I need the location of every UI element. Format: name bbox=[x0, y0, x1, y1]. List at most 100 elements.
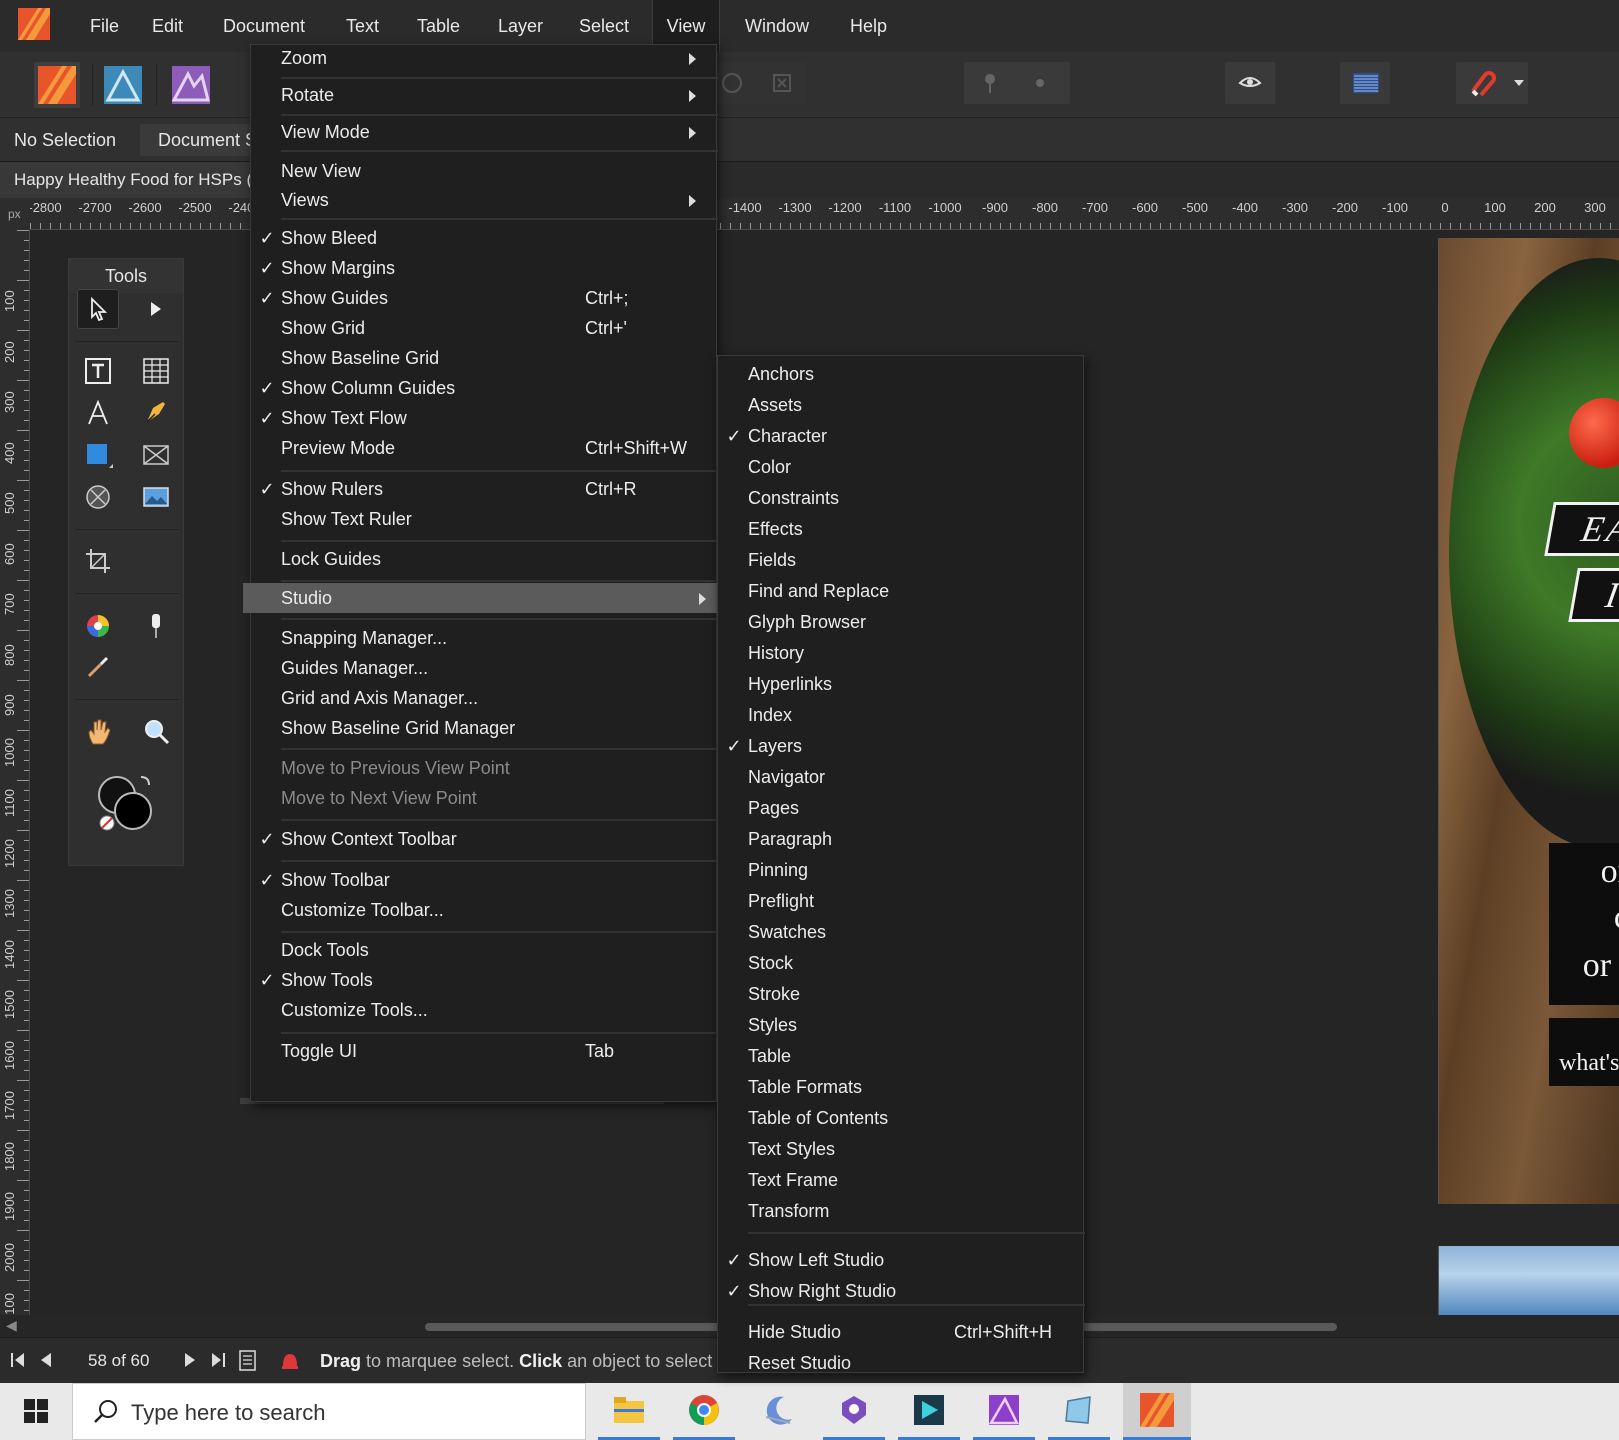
view-menu-item-show-context-toolbar[interactable]: ✓ Show Context Toolbar bbox=[251, 824, 716, 854]
view-menu-item-show-column-guides[interactable]: ✓ Show Column Guides bbox=[251, 373, 716, 403]
preview-mode-button[interactable] bbox=[1225, 62, 1275, 104]
start-button[interactable] bbox=[0, 1383, 72, 1440]
studio-menu-item-index[interactable]: Index bbox=[718, 700, 1083, 730]
preflight-bell-icon[interactable] bbox=[280, 1350, 300, 1372]
view-menu-item-view-mode[interactable]: View Mode bbox=[251, 117, 716, 147]
view-menu-item-grid-and-axis-manager[interactable]: Grid and Axis Manager... bbox=[251, 683, 716, 713]
studio-menu-item-text-styles[interactable]: Text Styles bbox=[718, 1134, 1083, 1164]
studio-menu-item-constraints[interactable]: Constraints bbox=[718, 483, 1083, 513]
document-tab[interactable]: Happy Healthy Food for HSPs (58 of 60) bbox=[0, 162, 250, 198]
studio-menu-item-show-left-studio[interactable]: ✓ Show Left Studio bbox=[718, 1245, 1083, 1275]
document-page-photo[interactable]: EA IS or c or t what's bbox=[1438, 238, 1619, 1204]
move-tool[interactable] bbox=[77, 289, 119, 329]
snapping-button[interactable] bbox=[1456, 62, 1528, 104]
studio-menu-item-transform[interactable]: Transform bbox=[718, 1196, 1083, 1226]
studio-menu-item-glyph-browser[interactable]: Glyph Browser bbox=[718, 607, 1083, 637]
view-menu-item-zoom[interactable]: Zoom bbox=[251, 43, 716, 73]
chevron-down-icon[interactable] bbox=[1514, 80, 1524, 86]
page-list-icon[interactable] bbox=[238, 1350, 258, 1372]
studio-menu-item-show-right-studio[interactable]: ✓ Show Right Studio bbox=[718, 1276, 1083, 1306]
view-menu-item-show-grid[interactable]: Show Grid Ctrl+' bbox=[251, 313, 716, 343]
studio-menu-item-text-frame[interactable]: Text Frame bbox=[718, 1165, 1083, 1195]
next-page-icon[interactable] bbox=[180, 1350, 200, 1370]
taskbar-file-explorer[interactable] bbox=[598, 1383, 660, 1440]
studio-menu-item-fields[interactable]: Fields bbox=[718, 545, 1083, 575]
view-menu-item-move-to-next-view-point[interactable]: Move to Next View Point bbox=[251, 783, 716, 813]
view-menu-item-show-rulers[interactable]: ✓ Show Rulers Ctrl+R bbox=[251, 474, 716, 504]
taskbar-app-3[interactable] bbox=[748, 1383, 810, 1440]
first-page-icon[interactable] bbox=[8, 1350, 28, 1370]
view-menu-item-show-guides[interactable]: ✓ Show Guides Ctrl+; bbox=[251, 283, 716, 313]
designer-persona-icon[interactable] bbox=[104, 66, 142, 104]
taskbar-affinity-publisher[interactable] bbox=[1123, 1383, 1191, 1440]
ruler-unit[interactable]: px bbox=[0, 198, 30, 230]
vector-crop-tool[interactable] bbox=[77, 541, 119, 581]
rectangle-tool[interactable] bbox=[77, 435, 119, 475]
view-menu-item-move-to-previous-view-point[interactable]: Move to Previous View Point bbox=[251, 753, 716, 783]
artistic-text-tool[interactable] bbox=[77, 393, 119, 433]
pin-toolbar-group[interactable] bbox=[964, 62, 1070, 104]
view-tool[interactable] bbox=[77, 711, 119, 751]
place-image-tool[interactable] bbox=[135, 477, 177, 517]
studio-menu-item-stock[interactable]: Stock bbox=[718, 948, 1083, 978]
picture-frame-tool[interactable] bbox=[135, 435, 177, 475]
view-menu-item-toggle-ui[interactable]: Toggle UI Tab bbox=[251, 1036, 716, 1066]
taskbar-app-5[interactable] bbox=[898, 1383, 960, 1440]
view-menu-item-snapping-manager[interactable]: Snapping Manager... bbox=[251, 623, 716, 653]
taskbar-affinity-photo[interactable] bbox=[973, 1383, 1035, 1440]
taskbar-app-4[interactable] bbox=[823, 1383, 885, 1440]
view-menu-item-rotate[interactable]: Rotate bbox=[251, 80, 716, 110]
studio-menu-item-paragraph[interactable]: Paragraph bbox=[718, 824, 1083, 854]
ellipse-frame-tool[interactable] bbox=[77, 477, 119, 517]
studio-menu-item-table-formats[interactable]: Table Formats bbox=[718, 1072, 1083, 1102]
previous-page-icon[interactable] bbox=[36, 1350, 56, 1370]
studio-menu-item-character[interactable]: ✓ Character bbox=[718, 421, 1083, 451]
view-menu-item-show-baseline-grid[interactable]: Show Baseline Grid bbox=[251, 343, 716, 373]
node-tool[interactable] bbox=[135, 289, 177, 329]
pen-tool[interactable] bbox=[135, 393, 177, 433]
studio-menu-item-reset-studio[interactable]: Reset Studio bbox=[718, 1348, 1083, 1378]
studio-menu-item-swatches[interactable]: Swatches bbox=[718, 917, 1083, 947]
taskbar-app-7[interactable] bbox=[1048, 1383, 1110, 1440]
studio-menu-item-history[interactable]: History bbox=[718, 638, 1083, 668]
studio-menu-item-navigator[interactable]: Navigator bbox=[718, 762, 1083, 792]
view-menu-item-show-margins[interactable]: ✓ Show Margins bbox=[251, 253, 716, 283]
view-menu-item-dock-tools[interactable]: Dock Tools bbox=[251, 935, 716, 965]
view-menu-item-show-text-flow[interactable]: ✓ Show Text Flow bbox=[251, 403, 716, 433]
taskbar-search-box[interactable]: Type here to search bbox=[72, 1383, 586, 1440]
photo-persona-icon[interactable] bbox=[172, 66, 210, 104]
transparency-tool[interactable] bbox=[77, 647, 119, 687]
tools-panel-title[interactable]: Tools bbox=[69, 259, 183, 293]
view-menu-item-customize-toolbar[interactable]: Customize Toolbar... bbox=[251, 895, 716, 925]
view-menu-item-lock-guides[interactable]: Lock Guides bbox=[251, 544, 716, 574]
color-picker-tool[interactable] bbox=[77, 605, 119, 645]
color-swatches[interactable] bbox=[95, 771, 159, 835]
frame-text-tool[interactable] bbox=[77, 351, 119, 391]
studio-menu-item-pinning[interactable]: Pinning bbox=[718, 855, 1083, 885]
view-menu-item-show-text-ruler[interactable]: Show Text Ruler bbox=[251, 504, 716, 534]
studio-menu-item-stroke[interactable]: Stroke bbox=[718, 979, 1083, 1009]
publisher-persona-button[interactable] bbox=[34, 62, 80, 108]
baseline-grid-button[interactable] bbox=[1340, 62, 1390, 104]
menu-edit[interactable]: Edit bbox=[146, 0, 189, 52]
view-menu-item-new-view[interactable]: New View bbox=[251, 156, 716, 186]
document-page-photo-2[interactable] bbox=[1438, 1246, 1619, 1316]
view-menu-item-show-tools[interactable]: ✓ Show Tools bbox=[251, 965, 716, 995]
studio-menu-item-pages[interactable]: Pages bbox=[718, 793, 1083, 823]
fill-tool[interactable] bbox=[135, 605, 177, 645]
studio-menu-item-preflight[interactable]: Preflight bbox=[718, 886, 1083, 916]
taskbar-chrome[interactable] bbox=[673, 1383, 735, 1440]
studio-menu-item-effects[interactable]: Effects bbox=[718, 514, 1083, 544]
toolbar-button-group-hidden[interactable] bbox=[706, 62, 806, 104]
vertical-ruler[interactable]: 100 200 300 400 500 600 700 800 900 1000 1100 1200 1… bbox=[0, 230, 30, 1315]
last-page-icon[interactable] bbox=[208, 1350, 228, 1370]
view-menu-item-customize-tools[interactable]: Customize Tools... bbox=[251, 995, 716, 1025]
table-tool[interactable] bbox=[135, 351, 177, 391]
studio-menu-item-hide-studio[interactable]: Hide Studio Ctrl+Shift+H bbox=[718, 1317, 1083, 1347]
studio-menu-item-find-and-replace[interactable]: Find and Replace bbox=[718, 576, 1083, 606]
view-menu-item-guides-manager[interactable]: Guides Manager... bbox=[251, 653, 716, 683]
view-menu-item-studio[interactable]: Studio bbox=[243, 583, 718, 613]
view-menu-item-show-bleed[interactable]: ✓ Show Bleed bbox=[251, 223, 716, 253]
studio-menu-item-styles[interactable]: Styles bbox=[718, 1010, 1083, 1040]
document-setup-button[interactable]: Document Setup... bbox=[140, 124, 260, 156]
